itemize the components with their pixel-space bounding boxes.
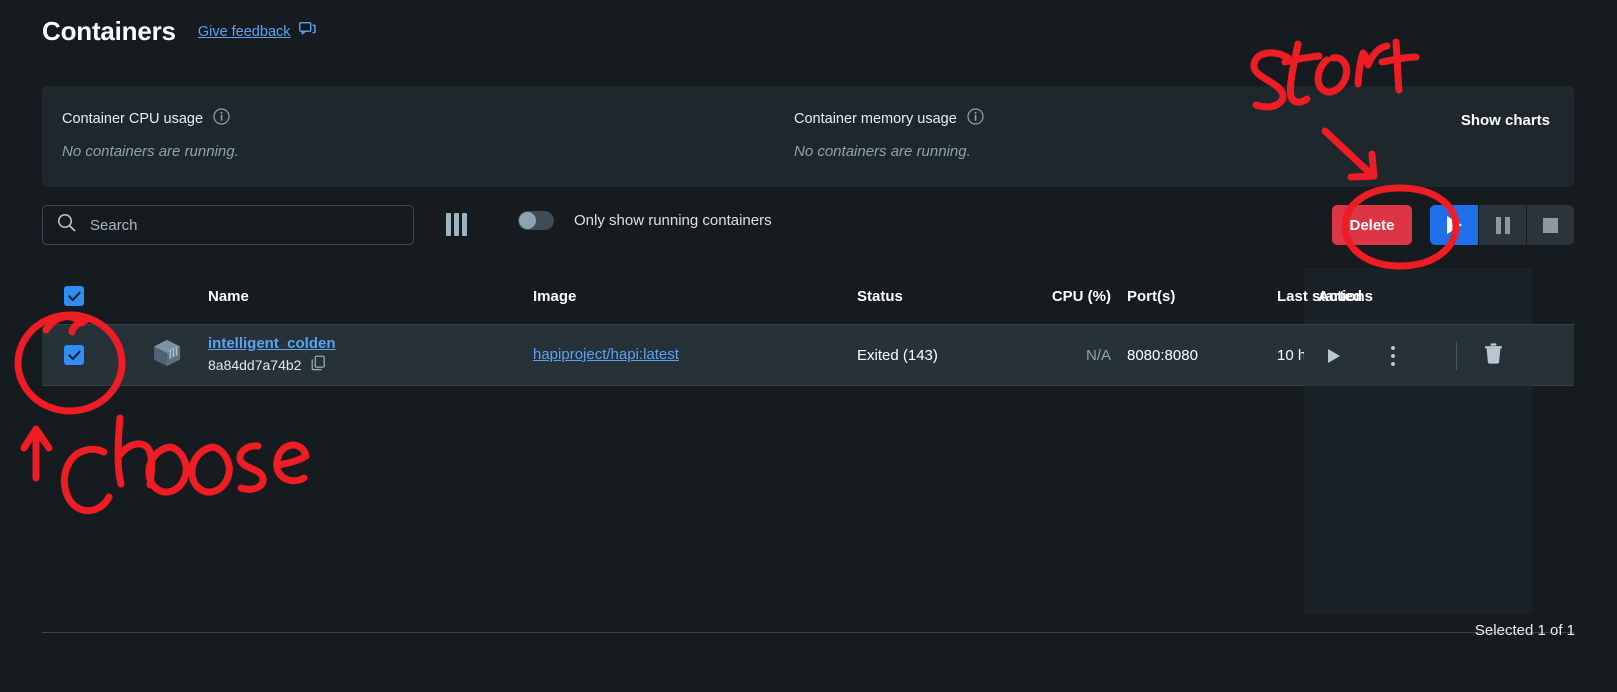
container-name-cell: intelligent_colden 8a84dd7a74b2	[208, 335, 533, 376]
container-image-cell: hapiproject/hapi:latest	[533, 346, 857, 364]
only-running-toggle[interactable]	[518, 211, 554, 230]
container-id: 8a84dd7a74b2	[208, 357, 302, 373]
table-header-row: Name Image Status CPU (%) Port(s) Last s…	[42, 268, 1574, 324]
page-title: Containers	[42, 16, 176, 46]
container-name-link[interactable]: intelligent_colden	[208, 335, 336, 352]
containers-page: Containers Give feedback Container CPU u…	[0, 0, 1617, 692]
search-box[interactable]	[42, 205, 414, 245]
selection-count: Selected 1 of 1	[1474, 622, 1575, 639]
cpu-usage-empty-text: No containers are running.	[62, 143, 239, 160]
pause-button[interactable]	[1478, 205, 1526, 245]
show-charts-button[interactable]: Show charts	[1461, 112, 1550, 129]
select-all-cell	[42, 286, 150, 306]
resource-usage-panel: Container CPU usage No containers are ru…	[42, 86, 1574, 187]
row-checkbox[interactable]	[64, 345, 84, 365]
play-icon	[1328, 348, 1340, 363]
column-header-status[interactable]: Status	[857, 288, 1037, 305]
row-select-cell	[42, 345, 150, 365]
give-feedback-link[interactable]: Give feedback	[197, 21, 316, 41]
column-header-cpu[interactable]: CPU (%)	[1037, 288, 1127, 305]
memory-usage-label: Container memory usage	[794, 111, 957, 127]
row-more-button[interactable]	[1364, 345, 1422, 366]
row-actions-divider	[1456, 341, 1457, 370]
bulk-actions: Delete	[1332, 205, 1574, 245]
cpu-usage-label: Container CPU usage	[62, 111, 204, 127]
copy-icon[interactable]	[311, 355, 326, 376]
stop-icon	[1543, 217, 1558, 233]
stop-button[interactable]	[1526, 205, 1574, 245]
running-filter-toggle-group: Only show running containers	[518, 211, 772, 230]
columns-icon[interactable]	[446, 213, 467, 236]
kebab-menu-icon	[1391, 345, 1395, 366]
container-cube-icon	[150, 337, 208, 374]
container-id-row: 8a84dd7a74b2	[208, 355, 533, 376]
container-image-link[interactable]: hapiproject/hapi:latest	[533, 346, 679, 363]
playback-button-group	[1430, 205, 1574, 245]
feedback-icon	[298, 21, 316, 41]
page-header: Containers Give feedback	[42, 16, 316, 47]
column-header-image[interactable]: Image	[533, 288, 857, 305]
info-icon[interactable]	[967, 108, 984, 130]
memory-usage-empty-text: No containers are running.	[794, 143, 971, 160]
select-all-checkbox[interactable]	[64, 286, 84, 306]
memory-usage-block: Container memory usage No containers are…	[794, 108, 984, 160]
toggle-knob	[519, 212, 536, 229]
cpu-usage-block: Container CPU usage No containers are ru…	[62, 108, 239, 160]
play-icon	[1446, 216, 1462, 234]
container-status: Exited (143)	[857, 346, 938, 364]
trash-icon	[1484, 342, 1503, 369]
only-running-toggle-label: Only show running containers	[574, 212, 772, 229]
row-actions	[1304, 325, 1532, 386]
container-cpu: N/A	[1085, 346, 1111, 364]
container-icon-cell	[150, 337, 208, 374]
column-header-ports[interactable]: Port(s)	[1127, 288, 1277, 305]
search-icon	[57, 213, 76, 237]
info-icon[interactable]	[213, 108, 230, 130]
pause-icon	[1495, 216, 1510, 234]
footer-divider	[42, 632, 1574, 633]
table-toolbar: Only show running containers Delete	[42, 205, 1574, 245]
row-delete-button[interactable]	[1454, 342, 1532, 369]
give-feedback-label: Give feedback	[197, 23, 291, 40]
column-header-name[interactable]: Name	[208, 288, 533, 305]
column-header-last-started[interactable]: Last started	[1277, 288, 1475, 305]
container-ports[interactable]: 8080:8080	[1127, 347, 1277, 364]
delete-button[interactable]: Delete	[1332, 205, 1412, 245]
start-button[interactable]	[1430, 205, 1478, 245]
search-input[interactable]	[90, 216, 399, 234]
row-start-button[interactable]	[1304, 348, 1364, 363]
